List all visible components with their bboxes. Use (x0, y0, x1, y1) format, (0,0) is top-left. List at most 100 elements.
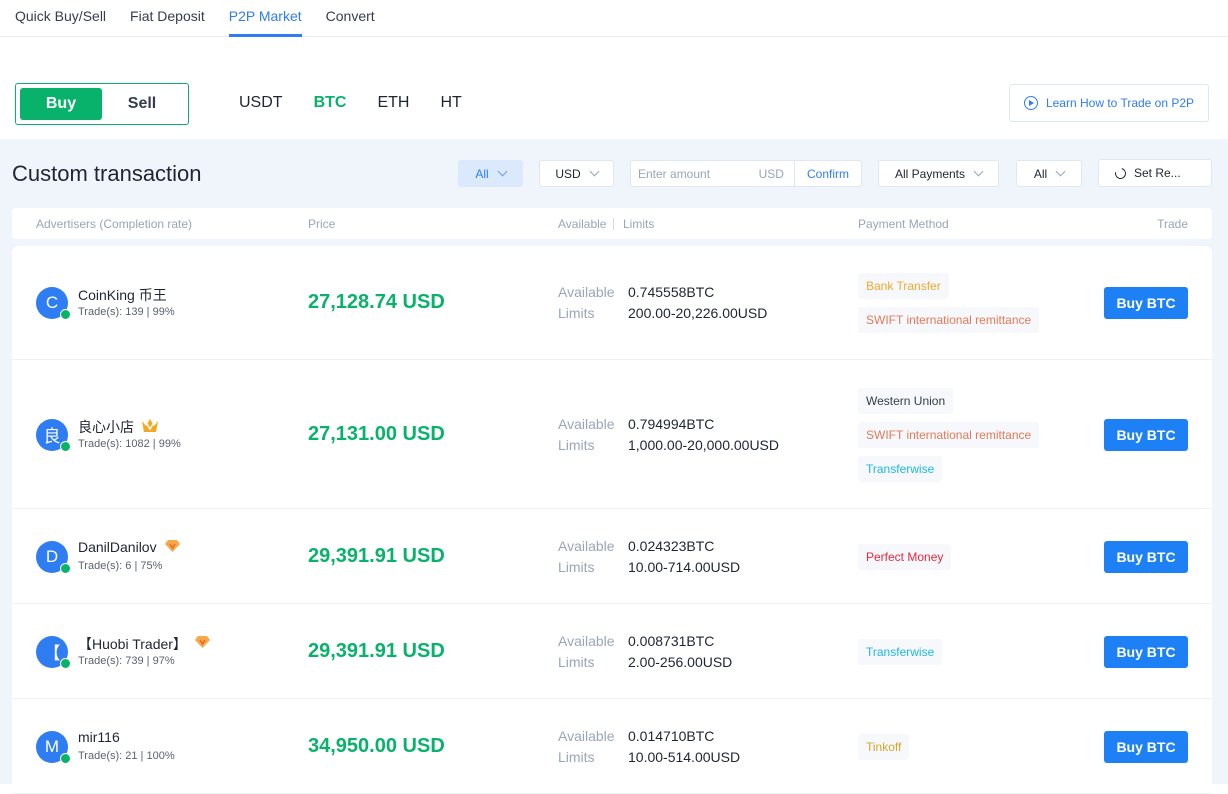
payment-method-tag: Transferwise (858, 638, 943, 665)
table-header: Advertisers (Completion rate) Price Avai… (12, 208, 1212, 239)
advertiser-name-text: 【Huobi Trader】 (78, 635, 187, 652)
buy-btc-button[interactable]: Buy BTC (1104, 540, 1188, 573)
section-title: Custom transaction (12, 161, 202, 186)
advertiser-name[interactable]: 良心小店 (78, 417, 159, 437)
header-price: Price (308, 217, 336, 231)
tab-p2p-market[interactable]: P2P Market (228, 8, 302, 37)
trade-count: Trade(s): 21 | 100% (78, 749, 175, 762)
sell-toggle-button[interactable]: Sell (102, 88, 182, 120)
price: 34,950.00 USD (308, 734, 445, 757)
payment-method-tag: SWIFT international remittance (858, 421, 1040, 448)
available-value: 0.008731BTC (628, 632, 715, 649)
available-value: 0.014710BTC (628, 727, 715, 744)
payment-method-tag: Transferwise (858, 455, 943, 482)
avatar[interactable]: C (36, 287, 71, 320)
payment-method-dropdown[interactable]: All Payments (878, 160, 999, 187)
available-label: Available (558, 415, 615, 432)
payment-method-tag: Western Union (858, 387, 954, 414)
avatar[interactable]: M (36, 730, 71, 764)
coin-tab-usdt[interactable]: USDT (239, 94, 283, 112)
chevron-down-icon (973, 166, 984, 177)
type-filter-value: All (475, 166, 489, 181)
type-filter-dropdown[interactable]: All (458, 160, 523, 187)
avatar[interactable]: 【 (36, 635, 71, 669)
buy-toggle-button[interactable]: Buy (20, 88, 102, 120)
coin-tab-btc[interactable]: BTC (314, 94, 347, 112)
payment-methods: Transferwise (858, 638, 943, 665)
secondary-filter-value: All (1033, 166, 1048, 181)
advertiser-name-text: mir116 (78, 728, 120, 745)
advertiser-name-text: 良心小店 (78, 418, 134, 435)
avatar[interactable]: D (36, 540, 71, 574)
price: 29,391.91 USD (308, 544, 445, 567)
currency-dropdown[interactable]: USD (539, 160, 614, 187)
table-row: 良良心小店 Trade(s): 1082 | 99% 27,131.00 USD Av… (12, 360, 1212, 509)
online-status-icon (60, 657, 71, 669)
buy-btc-button[interactable]: Buy BTC (1104, 730, 1188, 763)
avatar-initial: D (45, 546, 59, 566)
buy-btc-button[interactable]: Buy BTC (1104, 287, 1188, 319)
amount-input[interactable] (638, 166, 748, 181)
available-value: 0.745558BTC (628, 284, 715, 300)
table-row: C CoinKing 币王 Trade(s): 139 | 99% 27,128.74… (12, 246, 1212, 360)
limits-value: 10.00-514.00USD (628, 748, 741, 765)
available-value: 0.024323BTC (628, 537, 715, 554)
amount-unit: USD (758, 166, 784, 181)
header-trade: Trade (1157, 217, 1188, 231)
available-label: Available (558, 284, 615, 300)
tab-fiat-deposit[interactable]: Fiat Deposit (130, 8, 205, 36)
trade-count: Trade(s): 6 | 75% (78, 559, 163, 572)
online-status-icon (60, 309, 71, 320)
online-status-icon (60, 440, 71, 452)
trade-header: Buy Sell USDT BTC ETH HT Learn How to Tr… (0, 37, 1228, 139)
tab-convert[interactable]: Convert (326, 8, 375, 36)
coin-tab-eth[interactable]: ETH (377, 94, 409, 112)
trade-count: Trade(s): 139 | 99% (78, 306, 175, 318)
coin-tab-ht[interactable]: HT (440, 94, 461, 112)
currency-value: USD (555, 166, 581, 181)
header-available: Available (558, 217, 607, 231)
advertiser-name[interactable]: DanilDanilov (78, 539, 181, 556)
advertiser-name-text: DanilDanilov (78, 539, 157, 555)
available-label: Available (558, 537, 615, 554)
limits-label: Limits (558, 748, 595, 765)
payment-method-tag: Tinkoff (858, 733, 910, 760)
tab-quick-buy-sell[interactable]: Quick Buy/Sell (15, 8, 106, 36)
limits-value: 1,000.00-20,000.00USD (628, 436, 779, 453)
trade-count: Trade(s): 739 | 97% (78, 654, 175, 667)
limits-value: 200.00-20,226.00USD (628, 305, 768, 321)
crown-icon (141, 418, 159, 436)
chevron-down-icon (589, 166, 600, 177)
avatar-initial: C (45, 293, 59, 312)
coin-selector: USDT BTC ETH HT (239, 94, 493, 112)
advertiser-name[interactable]: mir116 (78, 729, 120, 745)
diamond-icon (194, 635, 211, 652)
payment-methods: Western Union SWIFT international remitta… (858, 387, 1040, 482)
secondary-filter-dropdown[interactable]: All (1016, 160, 1082, 187)
avatar[interactable]: 良 (36, 418, 71, 452)
avatar-initial: M (44, 736, 60, 756)
payment-method-tag: Bank Transfer (858, 273, 949, 299)
header-limits: Limits (623, 217, 655, 231)
advertiser-name[interactable]: CoinKing 币王 (78, 285, 167, 305)
available-label: Available (558, 727, 615, 744)
learn-how-to-trade-button[interactable]: Learn How to Trade on P2P (1009, 84, 1209, 122)
online-status-icon (60, 752, 71, 764)
buy-sell-toggle: Buy Sell (15, 83, 189, 125)
advertiser-name-text: CoinKing 币王 (78, 287, 167, 303)
buy-btc-button[interactable]: Buy BTC (1104, 418, 1188, 451)
learn-button-label: Learn How to Trade on P2P (1045, 96, 1195, 110)
advertiser-name[interactable]: 【Huobi Trader】 (78, 634, 211, 654)
advertisement-list: C CoinKing 币王 Trade(s): 139 | 99% 27,128.74… (12, 246, 1212, 794)
limits-label: Limits (558, 653, 595, 670)
limits-value: 10.00-714.00USD (628, 558, 741, 575)
confirm-amount-button[interactable]: Confirm (793, 161, 861, 186)
reset-filters-button[interactable]: Set Re... (1098, 159, 1212, 187)
available-value: 0.794994BTC (628, 415, 715, 432)
top-nav: Quick Buy/Sell Fiat Deposit P2P Market C… (0, 0, 1228, 37)
price: 27,131.00 USD (308, 422, 445, 445)
play-circle-icon (1023, 96, 1038, 110)
trade-count: Trade(s): 1082 | 99% (78, 437, 181, 450)
refresh-icon (1112, 165, 1129, 181)
buy-btc-button[interactable]: Buy BTC (1104, 635, 1188, 668)
